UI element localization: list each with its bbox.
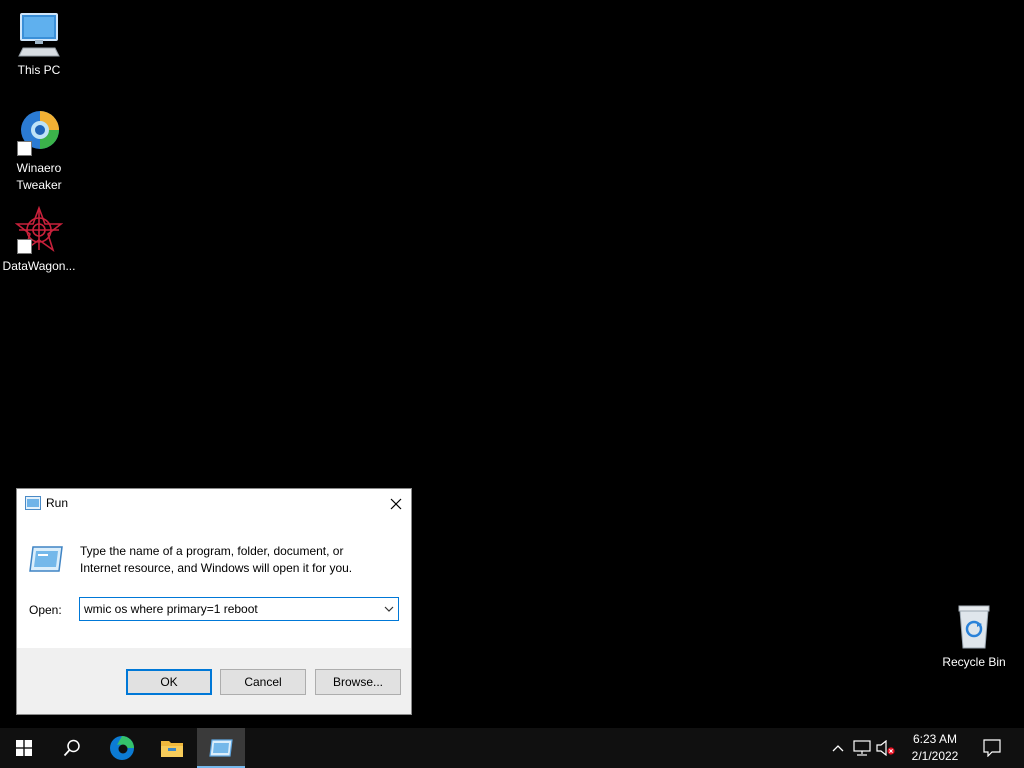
search-button[interactable] bbox=[48, 728, 96, 768]
clock-time: 6:23 AM bbox=[912, 732, 958, 746]
file-explorer-icon bbox=[161, 741, 183, 757]
run-title: Run bbox=[46, 496, 69, 510]
recycle-bin-icon bbox=[950, 602, 998, 650]
run-icon bbox=[25, 496, 41, 510]
desktop-icon-winaero-tweaker[interactable]: Winaero Tweaker bbox=[0, 108, 78, 194]
volume-button[interactable] bbox=[874, 728, 898, 768]
desktop-icon-label: Recycle Bin bbox=[942, 655, 1006, 669]
ok-button[interactable]: OK bbox=[126, 669, 212, 695]
clock[interactable]: 6:23 AM 2/1/2022 bbox=[902, 731, 968, 765]
run-dialog: Run Type the name of a program, folder, … bbox=[16, 488, 412, 715]
show-hidden-icons-button[interactable] bbox=[826, 728, 850, 768]
open-label: Open: bbox=[29, 603, 62, 617]
file-explorer-button[interactable] bbox=[148, 728, 196, 768]
desktop-icon-label: DataWagon... bbox=[2, 259, 76, 273]
browse-button[interactable]: Browse... bbox=[315, 669, 401, 695]
run-icon bbox=[209, 739, 233, 757]
desktop-icon-datawagon[interactable]: DataWagon... bbox=[0, 205, 78, 275]
action-center-button[interactable] bbox=[978, 728, 1006, 768]
computer-icon bbox=[15, 10, 63, 58]
run-body: Type the name of a program, folder, docu… bbox=[17, 518, 411, 648]
run-taskbar-button[interactable] bbox=[197, 728, 245, 768]
volume-muted-icon bbox=[876, 740, 895, 756]
taskbar: 6:23 AM 2/1/2022 bbox=[0, 728, 1024, 768]
chevron-up-icon bbox=[832, 745, 844, 752]
edge-button[interactable] bbox=[98, 728, 146, 768]
search-icon bbox=[63, 739, 80, 757]
edge-icon bbox=[110, 736, 134, 760]
cancel-button[interactable]: Cancel bbox=[220, 669, 306, 695]
dropdown-button[interactable] bbox=[380, 598, 398, 620]
start-button[interactable] bbox=[0, 728, 48, 768]
network-button[interactable] bbox=[850, 728, 874, 768]
desktop-icon-this-pc[interactable]: This PC bbox=[0, 10, 78, 79]
close-button[interactable] bbox=[381, 489, 411, 518]
close-icon bbox=[390, 498, 402, 509]
network-icon bbox=[853, 740, 871, 756]
shortcut-arrow-icon bbox=[17, 141, 32, 156]
open-combobox[interactable] bbox=[79, 597, 399, 621]
shortcut-arrow-icon bbox=[17, 239, 32, 254]
desktop-icon-recycle-bin[interactable]: Recycle Bin bbox=[935, 602, 1013, 671]
desktop-icon-label: Winaero Tweaker bbox=[16, 161, 62, 192]
open-input[interactable] bbox=[80, 598, 370, 620]
clock-date: 2/1/2022 bbox=[911, 749, 959, 763]
run-description: Type the name of a program, folder, docu… bbox=[80, 544, 353, 575]
winaero-tweaker-icon bbox=[15, 108, 63, 156]
datawagon-icon bbox=[14, 205, 64, 254]
notification-icon bbox=[983, 739, 1001, 757]
chevron-down-icon bbox=[384, 606, 394, 612]
run-titlebar[interactable]: Run bbox=[17, 489, 411, 518]
desktop-icon-label: This PC bbox=[17, 63, 61, 77]
windows-start-icon bbox=[16, 740, 32, 756]
run-program-icon bbox=[29, 544, 63, 574]
